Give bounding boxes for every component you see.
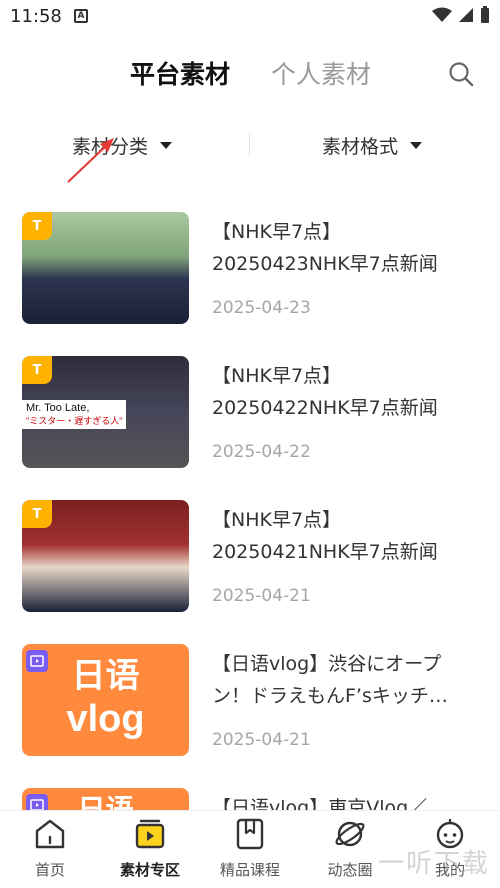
list-item[interactable]: 日语 vlog 【日语vlog】渋谷にオープ ン！ドラえもんF’sキッチ… 20… <box>0 642 500 786</box>
signal-icon <box>459 8 473 22</box>
bookmark-book-icon <box>236 818 264 850</box>
item-title-line1: 【日语vlog】渋谷にオープ <box>212 653 442 675</box>
item-date: 2025-04-22 <box>212 442 311 462</box>
list-item[interactable]: T Mr. Too Late, "ミスター・遅すぎる人" 【NHK早7点】 20… <box>0 354 500 498</box>
item-title: 【NHK早7点】 20250421NHK早7点新闻 <box>212 504 482 568</box>
item-date: 2025-04-21 <box>212 730 311 750</box>
nav-item-courses[interactable]: 精品课程 <box>200 817 300 880</box>
wifi-icon <box>432 7 452 22</box>
caret-down-icon <box>160 142 173 149</box>
planet-icon <box>335 821 365 847</box>
audio-badge-icon: T <box>22 500 52 528</box>
nav-item-home[interactable]: 首页 <box>0 817 100 880</box>
item-title-line2: 20250423NHK早7点新闻 <box>212 253 438 275</box>
nav-label-materials: 素材专区 <box>119 861 180 879</box>
audio-badge-icon: T <box>22 356 52 384</box>
status-icons <box>432 6 490 24</box>
nav-label-home: 首页 <box>34 861 65 879</box>
home-icon <box>35 819 65 849</box>
nav-label-courses: 精品课程 <box>219 861 280 879</box>
status-bar: 11:58 A <box>0 0 500 34</box>
item-title: 【NHK早7点】 20250423NHK早7点新闻 <box>212 216 482 280</box>
thumbnail-image: T Mr. Too Late, "ミスター・遅すぎる人" <box>22 356 189 468</box>
thumbnail-title: 日语 <box>71 656 140 696</box>
caption-line2: "ミスター・遅すぎる人" <box>26 416 123 426</box>
notification-icon: A <box>74 9 88 23</box>
filter-divider <box>249 134 250 156</box>
item-date: 2025-04-21 <box>212 586 311 606</box>
thumbnail-image: T <box>22 212 189 324</box>
bottom-nav: 首页 素材专区 精品课程 动态圈 我的 一听下载 <box>0 810 500 888</box>
item-title: 【日语vlog】渋谷にオープ ン！ドラえもんF’sキッチ… <box>212 648 482 712</box>
item-title-line1: 【NHK早7点】 <box>212 365 342 387</box>
material-list: T 【NHK早7点】 20250423NHK早7点新闻 2025-04-23 T… <box>0 210 500 888</box>
item-title-line1: 【NHK早7点】 <box>212 509 342 531</box>
list-item[interactable]: T 【NHK早7点】 20250423NHK早7点新闻 2025-04-23 <box>0 210 500 354</box>
list-item[interactable]: T 【NHK早7点】 20250421NHK早7点新闻 2025-04-21 <box>0 498 500 642</box>
search-icon[interactable] <box>448 61 474 87</box>
thumbnail-image: 日语 vlog <box>22 644 189 756</box>
tab-personal-label: 个人素材 <box>271 60 372 89</box>
watermark: 一听下载 <box>377 849 490 879</box>
caret-down-icon <box>410 142 423 149</box>
top-tabs: 平台素材 个人素材 <box>0 55 500 105</box>
format-filter-dropdown[interactable]: 素材格式 <box>322 132 423 159</box>
thumbnail-image: T <box>22 500 189 612</box>
item-title-line2: 20250422NHK早7点新闻 <box>212 397 438 419</box>
annotation-arrow-icon <box>67 138 114 183</box>
format-filter-label: 素材格式 <box>322 136 399 158</box>
tab-platform-materials[interactable]: 平台素材 <box>128 55 232 91</box>
item-title: 【NHK早7点】 20250422NHK早7点新闻 <box>212 360 482 424</box>
caption-line1: Mr. Too Late, <box>26 402 90 414</box>
status-time: 11:58 <box>10 6 62 27</box>
item-title-line2: 20250421NHK早7点新闻 <box>212 541 438 563</box>
thumbnail-caption: Mr. Too Late, "ミスター・遅すぎる人" <box>22 400 127 429</box>
thumbnail-subtitle: vlog <box>66 698 145 740</box>
battery-icon <box>481 6 489 23</box>
nav-item-materials[interactable]: 素材专区 <box>100 817 200 880</box>
item-title-line1: 【NHK早7点】 <box>212 221 342 243</box>
tab-platform-label: 平台素材 <box>130 60 231 89</box>
item-date: 2025-04-23 <box>212 298 311 318</box>
material-icon <box>135 819 165 849</box>
item-title-line2: ン！ドラえもんF’sキッチ… <box>212 685 448 707</box>
audio-badge-icon: T <box>22 212 52 240</box>
tab-personal-materials[interactable]: 个人素材 <box>271 55 371 91</box>
